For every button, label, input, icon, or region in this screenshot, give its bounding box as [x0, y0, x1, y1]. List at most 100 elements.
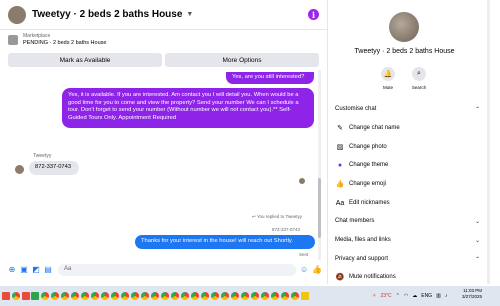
section-customise-chat[interactable]: Customise chat ⌃: [335, 102, 480, 116]
listing-thumbnail: [8, 35, 18, 45]
chrome-icon[interactable]: [220, 291, 229, 301]
chrome-icon[interactable]: [110, 291, 119, 301]
wifi-icon[interactable]: ◠: [404, 293, 408, 299]
chat-info-panel: Tweetyy · 2 beds 2 baths House 🔔 Mute ⌕ …: [329, 0, 500, 284]
edit-nicknames-button[interactable]: Aa Edit nicknames: [335, 196, 480, 210]
chrome-icon[interactable]: [70, 291, 79, 301]
mark-available-button[interactable]: Mark as Available: [8, 53, 162, 67]
chrome-icon[interactable]: [160, 291, 169, 301]
quoted-message: 872-337-0743: [272, 227, 301, 232]
chrome-icon[interactable]: [210, 291, 219, 301]
search-label: Search: [411, 85, 427, 90]
panel-scrollbar[interactable]: [487, 0, 490, 284]
chrome-icon[interactable]: [40, 291, 49, 301]
bell-icon[interactable]: 🔔: [381, 67, 395, 81]
clock[interactable]: 11:03 PM 3/27/2025: [462, 288, 482, 300]
info-icon[interactable]: i: [308, 9, 319, 20]
composer: ⊕ ▣ ◩ ▤ Aa ☺ 👍: [0, 262, 328, 278]
avatar[interactable]: [8, 5, 26, 24]
chat-header: Tweetyy · 2 beds 2 baths House ▼ i: [0, 0, 327, 30]
temperature[interactable]: 23°C: [380, 293, 391, 299]
chrome-icon[interactable]: [260, 291, 269, 301]
tray-chevron-icon[interactable]: ⌃: [396, 293, 400, 299]
sticker-icon[interactable]: ◩: [32, 266, 40, 274]
avatar: [389, 12, 419, 42]
chat-title[interactable]: Tweetyy · 2 beds 2 baths House: [32, 9, 182, 20]
emoji-icon[interactable]: ☺: [300, 266, 308, 274]
change-photo-button[interactable]: ▨ Change photo: [335, 140, 480, 154]
panel-title: Tweetyy · 2 beds 2 baths House: [354, 48, 455, 55]
chevron-up-icon: ⌃: [474, 256, 480, 263]
chrome-icon[interactable]: [290, 291, 299, 301]
chrome-icon[interactable]: [80, 291, 89, 301]
chevron-down-icon: ⌄: [474, 237, 480, 244]
sent-status: Sent: [299, 252, 309, 257]
listing-status: PENDING · 2 beds 2 baths House: [23, 40, 107, 46]
bell-off-icon: 🔕: [335, 274, 345, 281]
reply-note: ↩ You replied to Tweetyy: [252, 214, 302, 219]
system-tray: ☀ 23°C ⌃ ◠ ☁ ENG ▥ ♪: [372, 286, 447, 306]
more-options-button[interactable]: More Options: [165, 53, 319, 67]
app-icon[interactable]: [21, 292, 30, 300]
gif-icon[interactable]: ▤: [44, 266, 52, 274]
mute-label: Mute: [382, 85, 393, 90]
chrome-icon[interactable]: [60, 291, 69, 301]
chrome-icon[interactable]: [11, 291, 20, 301]
change-emoji-button[interactable]: 👍 Change emoji: [335, 177, 480, 191]
change-chat-name-button[interactable]: ✎ Change chat name: [335, 121, 480, 135]
chrome-icon[interactable]: [230, 291, 239, 301]
app-icon[interactable]: [2, 292, 10, 300]
message-bubble-outgoing[interactable]: Yes, it is available. If you are interes…: [62, 88, 314, 128]
photo-icon: ▨: [336, 144, 344, 151]
text-icon: Aa: [335, 199, 345, 207]
message-bubble-outgoing[interactable]: Yes, are you still interested?: [226, 72, 314, 84]
scrollbar-thumb[interactable]: [318, 178, 321, 238]
like-icon: 👍: [335, 181, 345, 188]
like-icon[interactable]: 👍: [312, 266, 322, 274]
image-icon[interactable]: ▣: [20, 266, 28, 274]
plus-icon[interactable]: ⊕: [8, 266, 16, 274]
marketplace-listing[interactable]: Marketplace PENDING · 2 beds 2 baths Hou…: [0, 30, 327, 50]
message-bubble-outgoing[interactable]: Thanks for your interest in the house! w…: [135, 235, 315, 249]
change-theme-button[interactable]: ● Change theme: [335, 158, 480, 172]
chrome-icon[interactable]: [90, 291, 99, 301]
chrome-icon[interactable]: [120, 291, 129, 301]
sender-name: Tweetyy: [33, 153, 52, 159]
app-icon[interactable]: [31, 292, 39, 300]
avatar[interactable]: [15, 165, 24, 174]
mute-notifications-button[interactable]: 🔕 Mute notifications: [335, 270, 480, 284]
language[interactable]: ENG: [421, 293, 432, 299]
chrome-icon[interactable]: [130, 291, 139, 301]
theme-icon: ●: [337, 161, 343, 169]
chevron-down-icon[interactable]: ▼: [186, 11, 193, 18]
search-icon[interactable]: ⌕: [412, 67, 426, 81]
chrome-icon[interactable]: [140, 291, 149, 301]
section-privacy[interactable]: Privacy and support ⌃: [335, 252, 480, 266]
volume-icon[interactable]: ♪: [445, 293, 448, 299]
marketplace-label: Marketplace: [23, 33, 51, 39]
pencil-icon: ✎: [337, 125, 343, 132]
chrome-icon[interactable]: [170, 291, 179, 301]
section-chat-members[interactable]: Chat members ⌄: [335, 214, 480, 228]
chrome-icon[interactable]: [50, 291, 59, 301]
chrome-icon[interactable]: [240, 291, 249, 301]
read-receipt-avatar: [299, 178, 305, 184]
folder-icon[interactable]: [300, 292, 309, 300]
message-bubble-incoming[interactable]: 872-337-0743: [29, 161, 79, 175]
chevron-down-icon: ⌄: [474, 218, 480, 225]
section-media[interactable]: Media, files and links ⌄: [335, 233, 480, 247]
listing-actions: Mark as Available More Options: [0, 50, 327, 70]
cloud-icon[interactable]: ☁: [412, 293, 417, 299]
chrome-icon[interactable]: [150, 291, 159, 301]
weather-icon[interactable]: ☀: [372, 293, 376, 299]
chrome-icon[interactable]: [200, 291, 209, 301]
chrome-icon[interactable]: [250, 291, 259, 301]
chrome-icon[interactable]: [100, 291, 109, 301]
chrome-icon[interactable]: [280, 291, 289, 301]
chrome-icon[interactable]: [270, 291, 279, 301]
chrome-icon[interactable]: [190, 291, 199, 301]
chevron-up-icon: ⌃: [474, 106, 480, 113]
chrome-icon[interactable]: [180, 291, 189, 301]
network-icon[interactable]: ▥: [436, 293, 441, 299]
message-input[interactable]: Aa: [58, 264, 296, 276]
